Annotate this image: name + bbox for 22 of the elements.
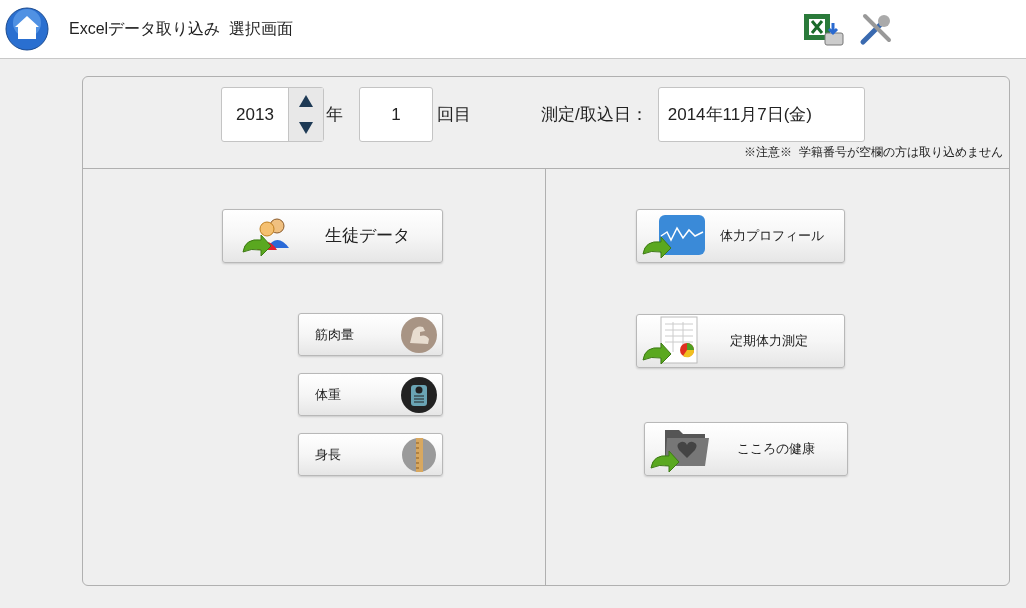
ruler-icon <box>401 436 437 473</box>
import-button[interactable]: 定期体力測定 <box>636 314 845 368</box>
window-title: Excelデータ取り込み 選択画面 <box>69 19 293 39</box>
date-label: 測定/取込日： <box>541 103 648 126</box>
import-button[interactable]: 筋肉量 <box>298 313 443 356</box>
year-unit-label: 年 <box>326 103 343 126</box>
arm-icon <box>401 316 437 353</box>
import-button[interactable]: 体重 <box>298 373 443 416</box>
import-button[interactable]: 体力プロフィール <box>636 209 845 263</box>
chart-import-icon <box>639 214 707 258</box>
import-button[interactable]: 身長 <box>298 433 443 476</box>
home-icon[interactable] <box>5 7 49 51</box>
import-button[interactable]: 生徒データ <box>222 209 443 263</box>
tools-icon[interactable] <box>859 12 893 46</box>
scale-icon <box>401 376 437 413</box>
spreadsheet-import-icon[interactable] <box>803 11 845 47</box>
import-button[interactable]: こころの健康 <box>644 422 848 476</box>
round-field[interactable]: 1 <box>359 87 433 142</box>
round-unit-label: 回目 <box>437 103 471 126</box>
warning-note: ※注意※ 学籍番号が空欄の方は取り込めません <box>744 144 1003 161</box>
spreadsheet-import-icon <box>639 316 701 366</box>
date-field[interactable]: 2014年11月7日(金) <box>657 87 865 142</box>
